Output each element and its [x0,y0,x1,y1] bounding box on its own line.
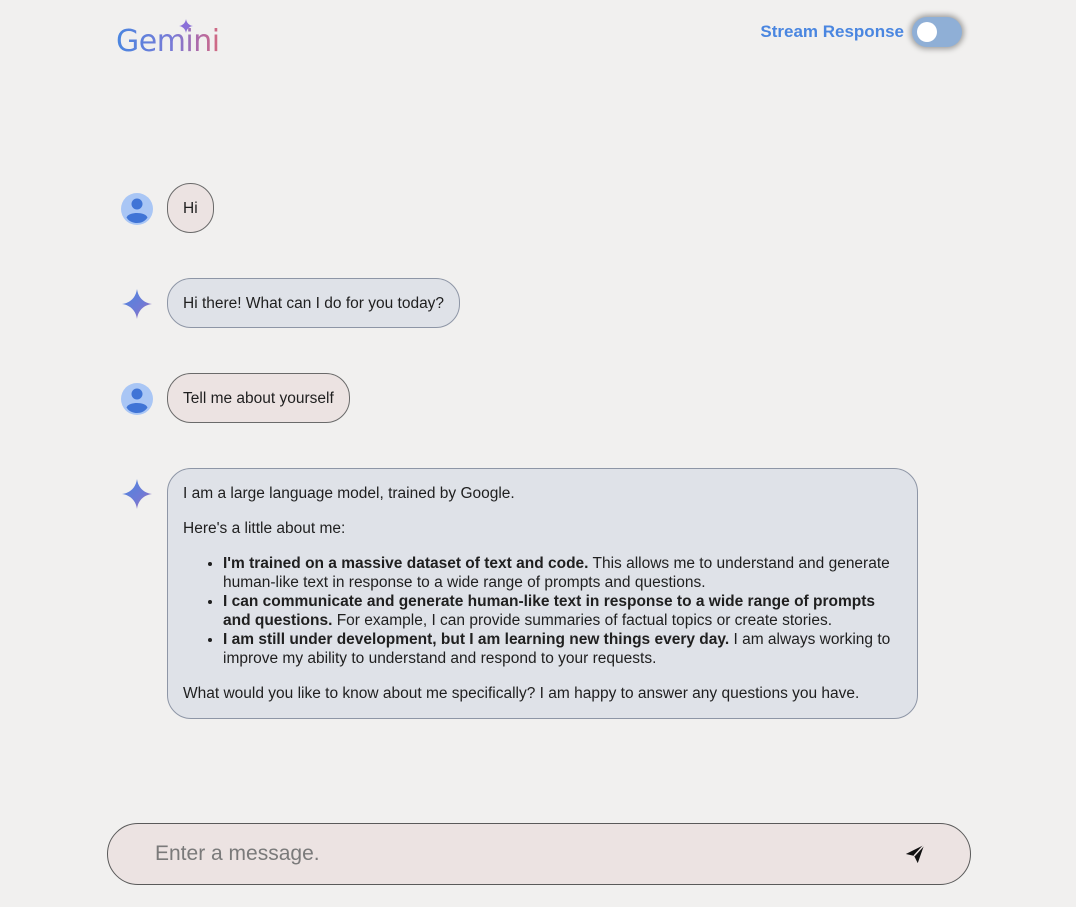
message-text: Hi [183,200,198,217]
stream-response-toggle[interactable] [912,17,962,47]
bullet-bold: I'm trained on a massive dataset of text… [223,555,589,572]
message-model: I am a large language model, trained by … [120,468,918,719]
bullet-text: For example, I can provide summaries of … [336,612,833,629]
stream-response-label: Stream Response [760,22,904,41]
user-message-bubble: Tell me about yourself [167,373,350,423]
message-text: Hi there! What can I do for you today? [183,295,445,312]
gemini-sparkle-icon [122,289,152,319]
list-item: I am still under development, but I am l… [223,630,902,668]
message-composer [107,823,971,885]
message-closing: What would you like to know about me spe… [183,685,860,702]
message-lead: Here's a little about me: [183,520,346,537]
model-message-bubble: I am a large language model, trained by … [167,468,918,719]
user-avatar-icon [121,193,153,225]
toggle-knob [917,22,937,42]
user-message-bubble: Hi [167,183,214,233]
list-item: I can communicate and generate human-lik… [223,592,902,630]
message-user: Tell me about yourself [120,373,350,423]
message-intro: I am a large language model, trained by … [183,485,515,502]
chat-app: Gemini Stream Response Hi Hi there! What… [0,0,1076,907]
send-icon[interactable] [904,843,926,865]
stream-response-control: Stream Response [760,17,962,47]
user-avatar-icon [121,383,153,415]
message-model: Hi there! What can I do for you today? [120,278,461,328]
list-item: I'm trained on a massive dataset of text… [223,554,902,592]
message-user: Hi [120,183,214,233]
message-input[interactable] [153,841,877,867]
logo-sparkle-icon [179,19,193,33]
message-text: Tell me about yourself [183,390,334,407]
gemini-logo: Gemini [116,18,220,60]
message-bullet-list: I'm trained on a massive dataset of text… [183,554,902,668]
bullet-bold: I am still under development, but I am l… [223,631,730,648]
logo-text: Gemini [116,24,220,59]
model-message-bubble: Hi there! What can I do for you today? [167,278,461,328]
gemini-sparkle-icon [122,479,152,509]
